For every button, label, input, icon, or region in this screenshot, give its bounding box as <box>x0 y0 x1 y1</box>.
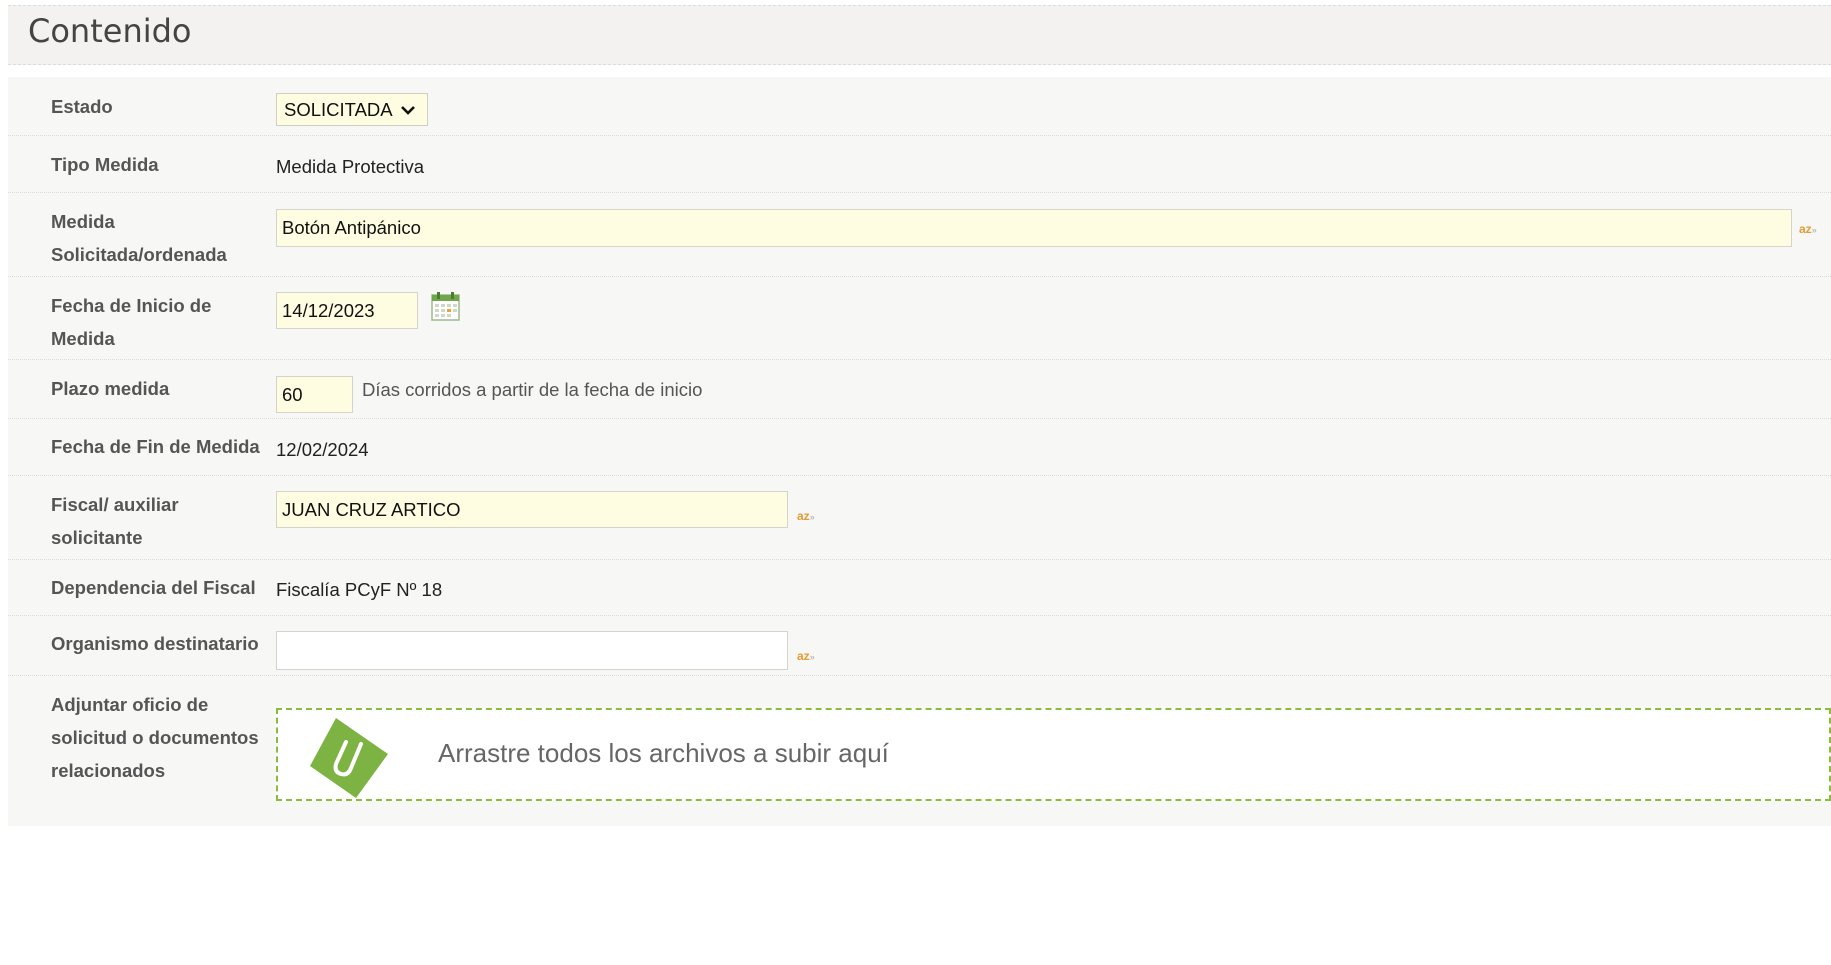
adjuntar-label-line3: relacionados <box>51 760 166 781</box>
file-dropzone[interactable]: Arrastre todos los archivos a subir aquí <box>276 708 1831 801</box>
row-adjuntar: Adjuntar oficio de solicitud o documento… <box>8 676 1831 826</box>
medida-solicitada-value: Botón Antipánico <box>282 217 421 238</box>
chevron-down-icon <box>400 102 415 118</box>
medida-solicitada-label: Medida Solicitada/ordenada <box>51 205 276 271</box>
row-fecha-inicio: Fecha de Inicio de Medida 14/12/2023 <box>8 277 1831 360</box>
fecha-inicio-label: Fecha de Inicio de Medida <box>51 289 276 355</box>
fecha-inicio-value: 14/12/2023 <box>282 299 375 321</box>
tipo-medida-value: Medida Protectiva <box>276 156 425 177</box>
row-tipo-medida: Tipo Medida Medida Protectiva <box>8 136 1831 193</box>
adjuntar-label-line2: solicitud o documentos <box>51 727 259 748</box>
autocomplete-icon[interactable]: az» <box>797 649 815 663</box>
dependencia-label: Dependencia del Fiscal <box>51 577 256 598</box>
medida-solicitada-input[interactable]: Botón Antipánico <box>276 209 1792 247</box>
tipo-medida-label: Tipo Medida <box>51 154 159 175</box>
adjuntar-label: Adjuntar oficio de solicitud o documento… <box>51 688 276 787</box>
fecha-inicio-label-line1: Fecha de Inicio de <box>51 295 212 316</box>
fiscal-label-line2: solicitante <box>51 527 143 548</box>
row-medida-solicitada: Medida Solicitada/ordenada Botón Antipán… <box>8 193 1831 277</box>
section-title: Contenido <box>28 12 192 50</box>
adjuntar-label-line1: Adjuntar oficio de <box>51 694 209 715</box>
autocomplete-icon[interactable]: az» <box>797 509 815 523</box>
medida-solicitada-label-line2: Solicitada/ordenada <box>51 244 227 265</box>
fiscal-label: Fiscal/ auxiliar solicitante <box>51 488 276 554</box>
plazo-input[interactable]: 60 <box>276 376 353 413</box>
section-header: Contenido <box>8 5 1831 65</box>
fecha-fin-label: Fecha de Fin de Medida <box>51 436 260 457</box>
row-dependencia: Dependencia del Fiscal Fiscalía PCyF Nº … <box>8 560 1831 616</box>
organismo-label: Organismo destinatario <box>51 633 259 654</box>
fiscal-value: JUAN CRUZ ARTICO <box>282 498 461 520</box>
fecha-fin-value: 12/02/2024 <box>276 439 369 460</box>
dropzone-text: Arrastre todos los archivos a subir aquí <box>438 738 889 768</box>
plazo-hint: Días corridos a partir de la fecha de in… <box>362 379 703 400</box>
fecha-inicio-label-line2: Medida <box>51 328 115 349</box>
paperclip-icon <box>306 714 390 798</box>
estado-label: Estado <box>51 96 113 117</box>
calendar-icon[interactable] <box>430 290 462 322</box>
dependencia-value: Fiscalía PCyF Nº 18 <box>276 579 443 600</box>
row-organismo: Organismo destinatario az» <box>8 616 1831 676</box>
fiscal-input[interactable]: JUAN CRUZ ARTICO <box>276 491 788 528</box>
plazo-value: 60 <box>282 383 303 405</box>
row-plazo: Plazo medida 60 Días corridos a partir d… <box>8 360 1831 419</box>
fecha-inicio-input[interactable]: 14/12/2023 <box>276 292 418 329</box>
medida-solicitada-label-line1: Medida <box>51 211 115 232</box>
autocomplete-icon[interactable]: az» <box>1799 222 1817 236</box>
estado-select-value: SOLICITADA <box>284 98 393 120</box>
row-fiscal: Fiscal/ auxiliar solicitante JUAN CRUZ A… <box>8 476 1831 560</box>
row-estado: Estado SOLICITADA <box>8 77 1831 136</box>
plazo-label: Plazo medida <box>51 378 170 399</box>
organismo-input[interactable] <box>276 631 788 670</box>
estado-select[interactable]: SOLICITADA <box>276 93 428 126</box>
fiscal-label-line1: Fiscal/ auxiliar <box>51 494 179 515</box>
row-fecha-fin: Fecha de Fin de Medida 12/02/2024 <box>8 419 1831 476</box>
content-form: Estado SOLICITADA Tipo Medida Medida Pro… <box>8 77 1831 826</box>
